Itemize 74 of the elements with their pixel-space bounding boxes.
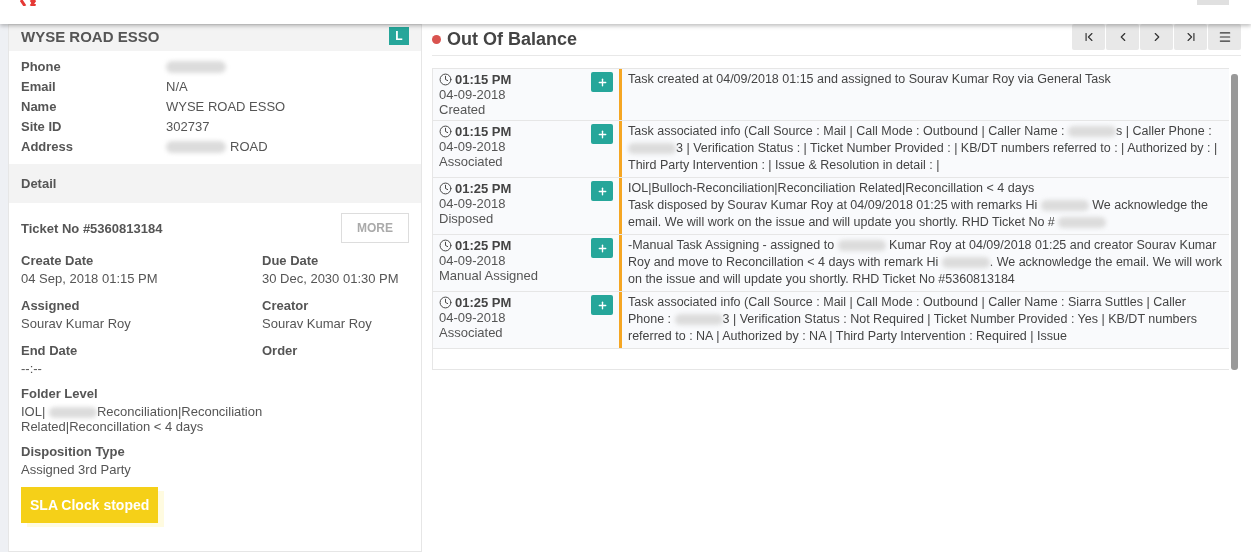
menu-icon: [1217, 30, 1232, 44]
field-value: IOL| Reconciliation|Reconciliation Related|Reconcillation < 4 days: [21, 404, 264, 434]
entry-text: Task disposed by Sourav Kumar Roy at 04/09/2018 01:25 with remarks Hi We acknowledge the email. We will work on the issue and will update you shortly. RHD Ticket No #: [628, 197, 1209, 231]
entry-status: Associated: [439, 325, 504, 340]
clock-icon: [439, 296, 452, 309]
field-label: Assigned: [21, 298, 81, 313]
field-label: Site ID: [21, 119, 63, 134]
field-value: --:--: [21, 361, 43, 376]
entry-text: -Manual Task Assigning - assigned to Kumar Roy at 04/09/2018 01:25 and creator Sourav Kumar Roy and move to Reconcillation < 4 days with remark Hi . We acknowledge the email. We will work on the issue and will update you shortly. RHD Ticket No #5360813184: [628, 237, 1223, 288]
more-button[interactable]: MORE: [341, 213, 409, 243]
plus-icon: [596, 299, 608, 311]
field-value: N/A: [166, 79, 189, 94]
entry-date: 04-09-2018: [439, 196, 507, 211]
field-label: Disposition Type: [21, 444, 126, 459]
expand-button[interactable]: [591, 295, 613, 315]
entry-time: 01:15 PM: [439, 72, 512, 87]
field-label: Address: [21, 139, 75, 154]
entry-date: 04-09-2018: [439, 310, 507, 325]
entry-date: 04-09-2018: [439, 87, 507, 102]
redacted-blur: [166, 60, 226, 73]
scrollbar[interactable]: [1231, 74, 1238, 370]
entry-text: Task associated info (Call Source : Mail | Call Mode : Outbound | Caller Name : s | Caller Phone : 3 | Verification Status : | Ticket Number Provided : | KB/DT numbers referred to : | Authorized by : | Third Party Intervention : | Issue & Resolution in detail : |: [628, 123, 1219, 174]
entry-time: 01:15 PM: [439, 124, 512, 139]
field-label: Phone: [21, 59, 62, 74]
field-label: End Date: [21, 343, 79, 358]
entry-date: 04-09-2018: [439, 139, 507, 154]
clock-icon: [439, 239, 452, 252]
field-label: Create Date: [21, 253, 95, 268]
menu-button[interactable]: [1208, 24, 1241, 50]
entry-text: IOL|Bulloch-Reconciliation|Reconciliation Related|Reconcillation < 4 days: [628, 180, 1036, 197]
expand-button[interactable]: [591, 181, 613, 201]
field-value: WYSE ROAD ESSO: [166, 99, 287, 114]
field-label: Folder Level: [21, 386, 99, 401]
field-label: Name: [21, 99, 58, 114]
entry-status: Manual Assigned: [439, 268, 538, 283]
section-heading: Detail: [9, 164, 421, 203]
level-badge: L: [389, 27, 409, 45]
ticket-number: Ticket No #5360813184: [21, 220, 163, 236]
expand-button[interactable]: [591, 72, 613, 92]
entry-time: 01:25 PM: [439, 295, 512, 310]
site-title: WYSE ROAD ESSO: [21, 27, 160, 45]
field-label: Creator: [262, 298, 310, 313]
field-value: 30 Dec, 2030 01:30 PM: [262, 271, 400, 286]
clock-icon: [439, 73, 452, 86]
field-value: Assigned 3rd Party: [21, 462, 132, 477]
status-dot: [432, 34, 441, 44]
expand-button[interactable]: [591, 124, 613, 144]
expand-button[interactable]: [591, 238, 613, 258]
logo-icon: [20, 0, 36, 6]
field-value: Sourav Kumar Roy: [21, 316, 132, 331]
entry-text: Task created at 04/09/2018 01:15 and assigned to Sourav Kumar Roy via General Task: [628, 71, 1112, 88]
plus-icon: [596, 242, 608, 254]
last-button[interactable]: [1174, 24, 1207, 50]
panel-title: Out Of Balance: [447, 28, 578, 50]
field-label: Order: [262, 343, 299, 358]
clock-icon: [439, 125, 452, 138]
entry-time: 01:25 PM: [439, 238, 538, 253]
plus-icon: [596, 185, 608, 197]
clock-icon: [439, 182, 452, 195]
first-button[interactable]: [1072, 24, 1105, 50]
entry-status: Associated: [439, 154, 504, 169]
entry-time: 01:25 PM: [439, 181, 512, 196]
entry-status: Created: [439, 102, 487, 117]
field-label: Due Date: [262, 253, 320, 268]
field-label: Email: [21, 79, 57, 94]
field-value: 302737: [166, 119, 211, 134]
field-value: Sourav Kumar Roy: [262, 316, 373, 331]
entry-date: 04-09-2018: [439, 253, 507, 268]
entry-text: Task associated info (Call Source : Mail | Call Mode : Outbound | Caller Name : Siarra Suttles | Caller Phone : 3 | Verification Status : Not Required | Ticket Number Provided : Yes | KB/DT numbers referred to : NA | Authorized by : NA | Third Party Intervention : Required | Issue: [628, 294, 1198, 345]
plus-icon: [596, 76, 608, 88]
plus-icon: [596, 128, 608, 140]
field-value: ROAD: [166, 139, 409, 154]
field-value: 04 Sep, 2018 01:15 PM: [21, 271, 159, 286]
entry-status: Disposed: [439, 211, 495, 226]
